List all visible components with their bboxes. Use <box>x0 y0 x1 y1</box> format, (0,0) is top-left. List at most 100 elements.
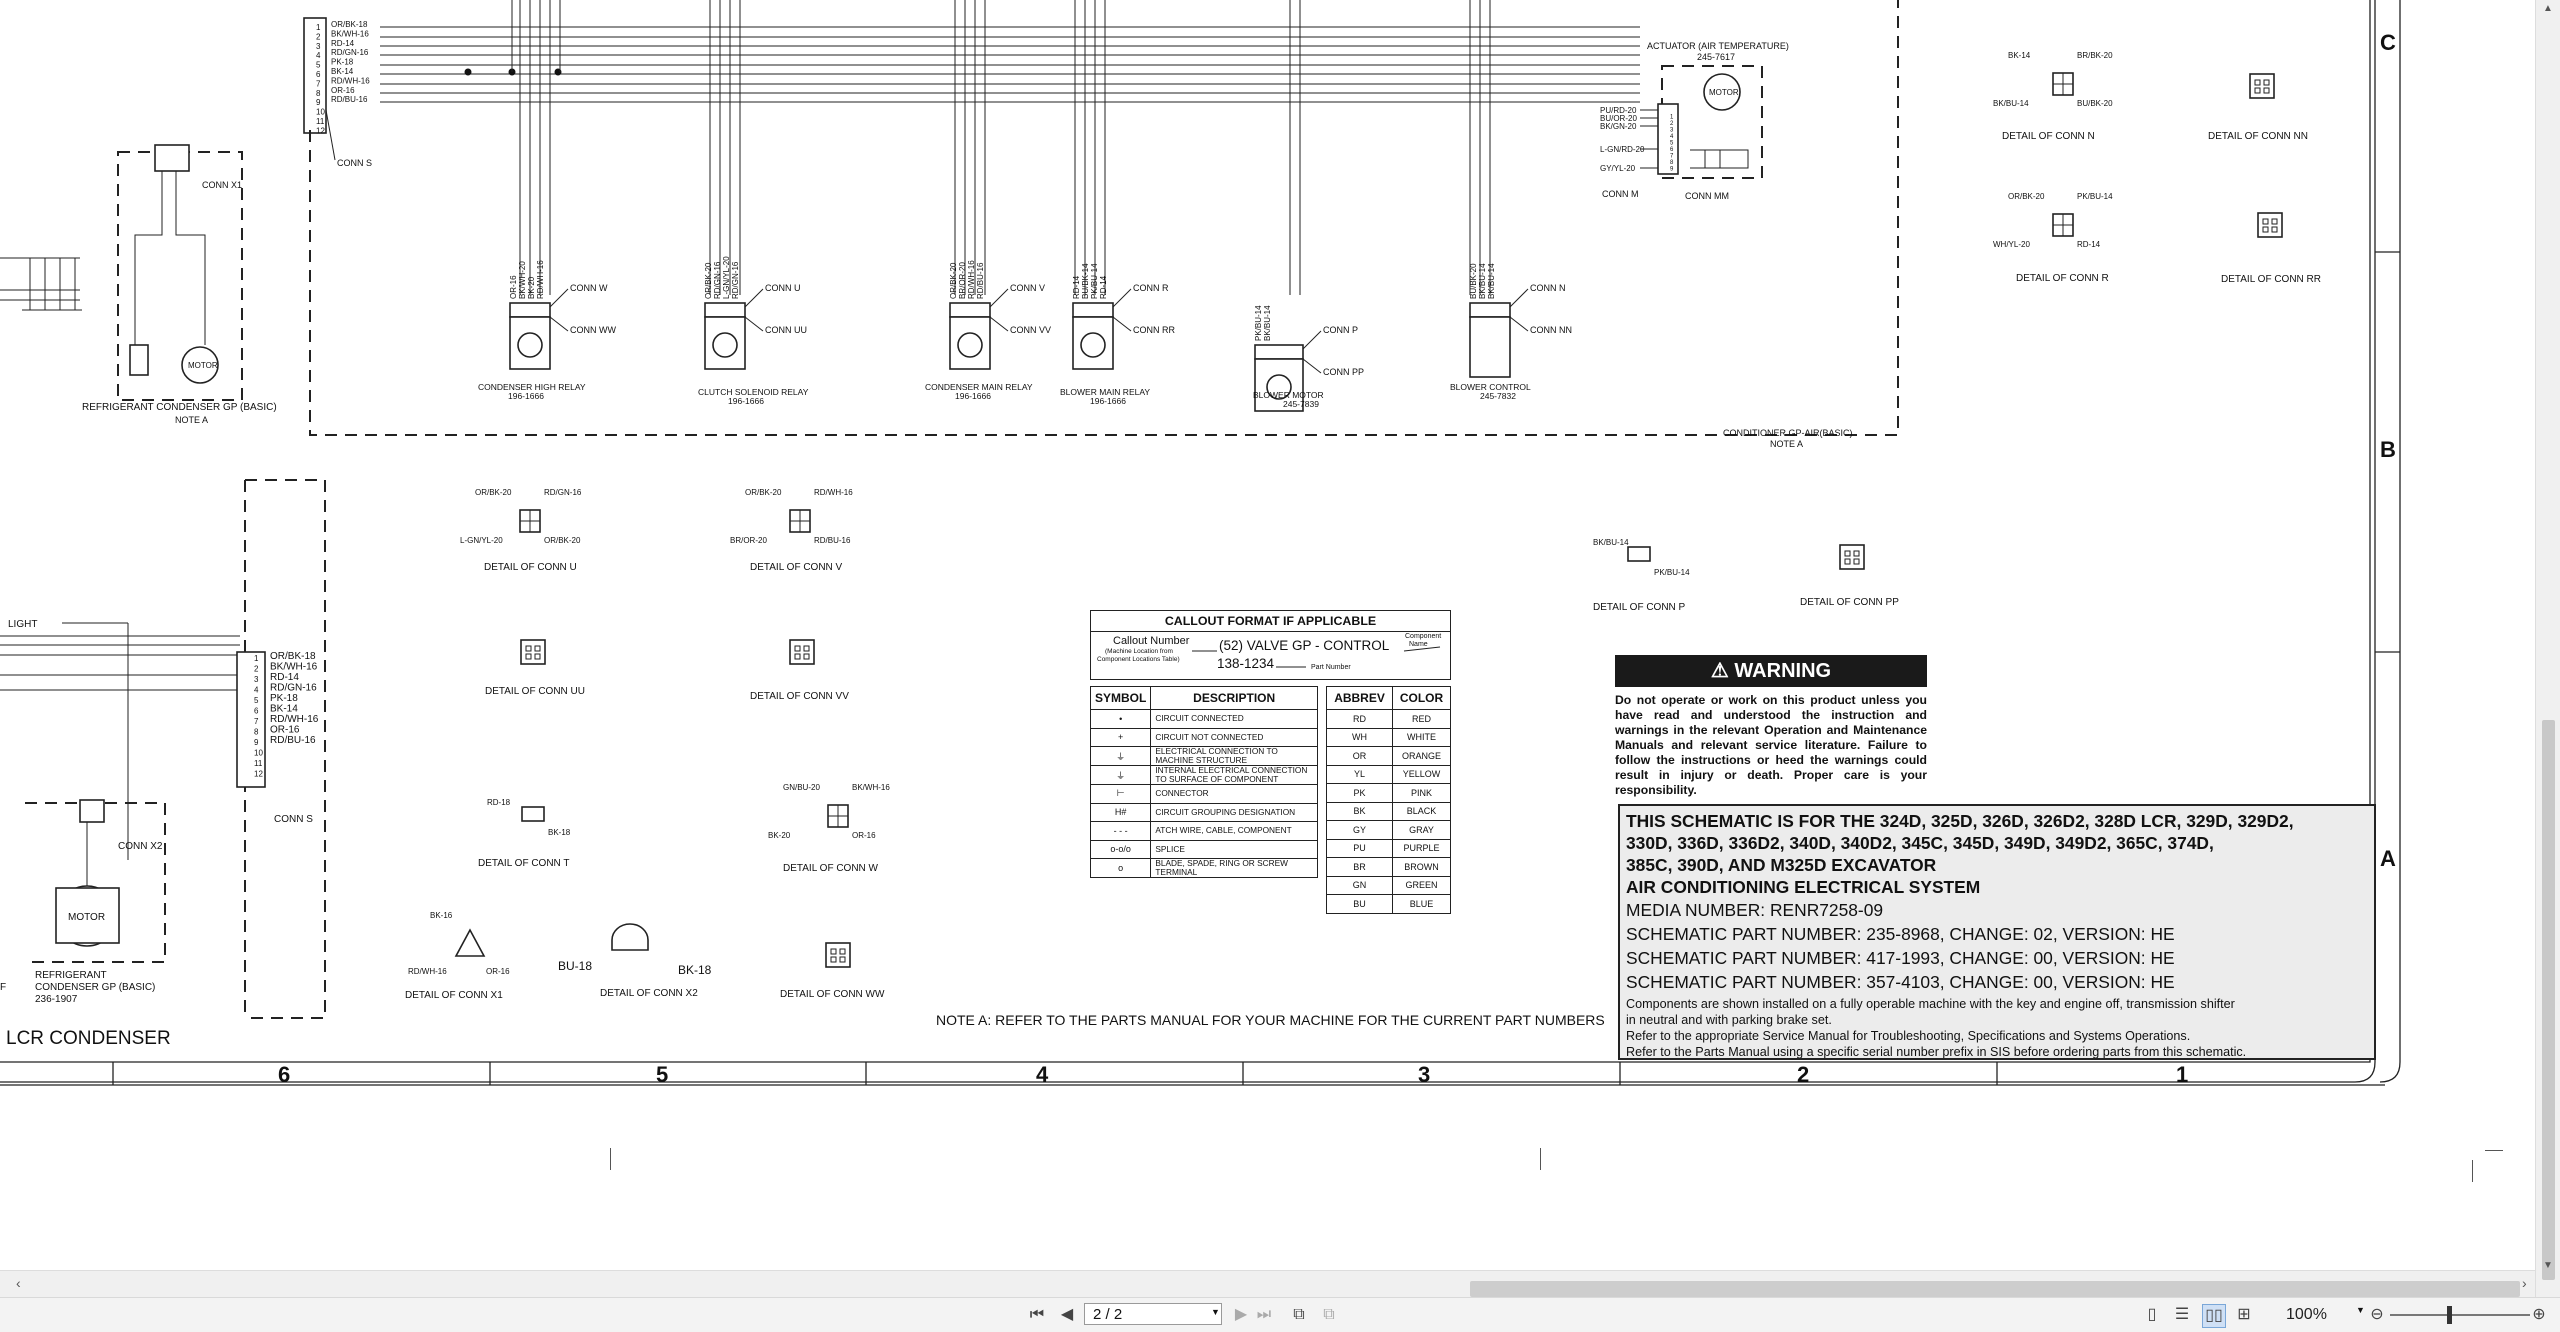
zone-b: B <box>2380 437 2396 462</box>
scroll-right-icon[interactable]: › <box>2522 1275 2527 1291</box>
blower-main-relay-connector <box>1072 302 1114 318</box>
conn-s-bottom-wire: PK-18 <box>270 693 298 704</box>
page-dropdown-icon[interactable]: ▼ <box>1211 1307 1220 1317</box>
component-conn-a: CONN P <box>1323 325 1358 335</box>
abbrev-cell: PU <box>1325 838 1394 858</box>
detail-conn-nn-title: DETAIL OF CONN NN <box>2208 131 2308 142</box>
conn-s-bottom-pin: 10 <box>254 749 263 758</box>
description-cell: CIRCUIT NOT CONNECTED <box>1150 727 1318 747</box>
symbol-table: SYMBOL DESCRIPTION • CIRCUIT CONNECTED + CI… <box>1089 686 1318 878</box>
warning-header: ⚠ WARNING <box>1615 655 1927 687</box>
actuator-wire-label: BK/GN-20 <box>1600 122 1637 131</box>
color-row: RD RED <box>1325 709 1451 729</box>
component-wire-label: PK/BU-14 <box>1090 263 1099 299</box>
color-cell: WHITE <box>1392 727 1451 747</box>
conditioner-title: CONDITIONER GP-AIR(BASIC) <box>1723 428 1853 438</box>
callout-number-label: Callout Number <box>1113 635 1190 647</box>
last-page-icon[interactable]: ⏭ <box>1255 1304 1273 1326</box>
zoom-slider[interactable] <box>2390 1314 2530 1316</box>
component-wire-label: RD-14 <box>1099 275 1108 299</box>
two-page-continuous-icon[interactable]: ⊞ <box>2234 1304 2254 1326</box>
detail-wire-label: BK/BU-14 <box>1593 538 1629 547</box>
horizontal-scroll-thumb[interactable] <box>1470 1281 2520 1297</box>
two-page-icon[interactable]: ▯▯ <box>2202 1304 2226 1328</box>
conn-x2-label: CONN X2 <box>118 841 163 852</box>
abbrev-cell: BR <box>1325 857 1394 877</box>
warning-title: WARNING <box>1734 660 1832 682</box>
prev-page-icon[interactable]: ◀ <box>1058 1304 1076 1326</box>
detail-conn-rr-shape <box>2257 212 2283 238</box>
detail-wire-label: PK/BU-14 <box>1654 568 1690 577</box>
conn-s-bottom-pin: 6 <box>254 707 259 716</box>
continuous-icon[interactable]: ☰ <box>2172 1304 2192 1326</box>
color-header: COLOR <box>1392 686 1451 710</box>
color-cell: BLACK <box>1392 801 1451 821</box>
motor-label-top: MOTOR <box>188 361 218 370</box>
component-wire-label: BK/BU-14 <box>1487 263 1496 299</box>
conn-s-bottom-pin: 9 <box>254 738 259 747</box>
schematic-part-3: SCHEMATIC PART NUMBER: 357-4103, CHANGE:… <box>1626 972 2175 992</box>
color-row: BU BLUE <box>1325 894 1451 914</box>
page-number-input[interactable]: 2 / 2 <box>1084 1303 1222 1325</box>
conn-s-bottom-pin: 3 <box>254 675 259 684</box>
color-row: BK BLACK <box>1325 801 1451 821</box>
vertical-scroll-thumb[interactable] <box>2542 720 2555 1280</box>
detail-wire-label: OR/BK-20 <box>745 488 782 497</box>
conn-s-top-pin: 6 <box>316 70 321 79</box>
refrigerant-title: REFRIGERANT CONDENSER GP (BASIC) <box>82 402 277 413</box>
symbol-cell: o <box>1089 858 1152 878</box>
title-line-4: AIR CONDITIONING ELECTRICAL SYSTEM <box>1626 877 1981 897</box>
component-wire-label: PK/BU-14 <box>1254 305 1263 341</box>
col-2: 2 <box>1797 1062 1809 1087</box>
detail-wire-label: BK-20 <box>768 831 791 840</box>
conn-s-top-wire: OR/BK-18 <box>331 20 368 29</box>
scroll-up-icon[interactable]: ▲ <box>2543 3 2553 14</box>
callout-title: CALLOUT FORMAT IF APPLICABLE <box>1091 611 1450 632</box>
next-page-icon[interactable]: ▶ <box>1232 1304 1250 1326</box>
conn-s-bottom-wire: BK/WH-16 <box>270 662 318 673</box>
detail-wire-label: OR-16 <box>486 967 510 976</box>
warning-block: ⚠ WARNING Do not operate or work on this… <box>1615 655 1927 798</box>
vertical-scrollbar[interactable]: ▲ ▼ <box>2535 0 2560 1308</box>
actuator-conn-m: CONN M <box>1602 189 1639 199</box>
component-wire-label: BK/WH-20 <box>518 261 527 299</box>
symbol-row: ⏚ INTERNAL ELECTRICAL CONNECTION TO SURFA… <box>1089 765 1318 785</box>
detail-wire-label: L-GN/YL-20 <box>460 536 503 545</box>
scroll-left-icon[interactable]: ‹ <box>16 1275 21 1291</box>
conn-s-bottom-wire: RD/GN-16 <box>270 683 317 694</box>
color-cell: RED <box>1392 709 1451 729</box>
scroll-down-icon[interactable]: ▼ <box>2543 1260 2553 1271</box>
symbol-row: o BLADE, SPADE, RING OR SCREW TERMINAL <box>1089 858 1318 878</box>
first-page-icon[interactable]: ⏮ <box>1028 1304 1046 1326</box>
detail-conn-pp-title: DETAIL OF CONN PP <box>1800 597 1899 608</box>
component-part: 245-7839 <box>1283 399 1319 409</box>
zoom-in-icon[interactable]: ⊕ <box>2530 1304 2548 1326</box>
symbol-row: ⏚ ELECTRICAL CONNECTION TO MACHINE STRUCT… <box>1089 746 1318 766</box>
symbol-cell: H# <box>1089 802 1152 822</box>
zoom-slider-handle[interactable] <box>2447 1306 2452 1324</box>
conn-s-bottom-pin: 7 <box>254 717 259 726</box>
abbrev-cell: BU <box>1325 894 1394 914</box>
conn-s-top-wire: RD-14 <box>331 39 355 48</box>
component-conn-a: CONN R <box>1133 283 1169 293</box>
detail-wire-label: BK-14 <box>2008 51 2031 60</box>
component-wire-label: BU/BK-20 <box>1469 263 1478 299</box>
zoom-out-icon[interactable]: ⊖ <box>2368 1304 2386 1326</box>
single-page-icon[interactable]: ▯ <box>2142 1304 2162 1326</box>
component-conn-b: CONN NN <box>1530 325 1572 335</box>
detail-wire-label: WH/YL-20 <box>1993 240 2030 249</box>
abbrev-cell: PK <box>1325 783 1394 803</box>
symbol-row: + CIRCUIT NOT CONNECTED <box>1089 727 1318 747</box>
color-cell: ORANGE <box>1392 746 1451 766</box>
conn-s-top-pin: 1 <box>316 23 321 32</box>
symbol-row: • CIRCUIT CONNECTED <box>1089 709 1318 729</box>
detail-wire-label: RD-18 <box>487 798 511 807</box>
abbrev-cell: RD <box>1325 709 1394 729</box>
detail-conn-x1-shape <box>454 928 486 957</box>
color-row: BR BROWN <box>1325 857 1451 877</box>
fit-width-icon[interactable]: ⧉ <box>1318 1304 1340 1326</box>
zoom-dropdown-icon[interactable]: ▼ <box>2356 1305 2365 1315</box>
lcr-condenser-title: LCR CONDENSER <box>6 1028 171 1049</box>
zoom-level[interactable]: 100% <box>2286 1304 2327 1326</box>
fit-page-icon[interactable]: ⧉ <box>1288 1304 1310 1326</box>
